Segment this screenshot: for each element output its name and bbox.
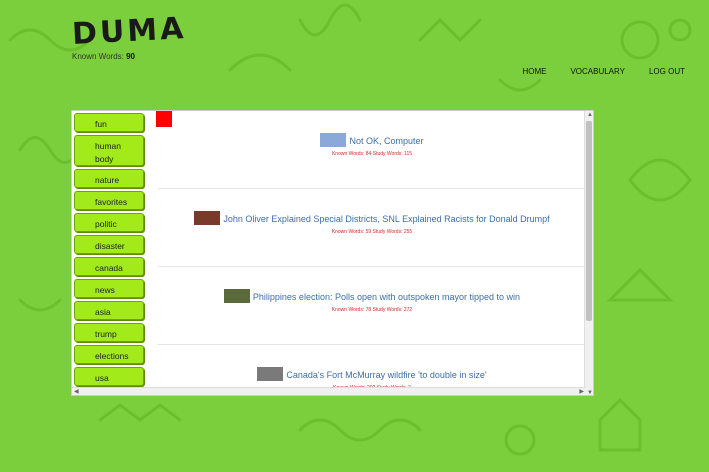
category-fun-button[interactable]: fun [74, 113, 144, 132]
article-list: Not OK, Computer Known Words: 84 Study W… [158, 111, 586, 391]
known-words-value: 90 [126, 52, 136, 61]
nav-vocabulary-link[interactable]: VOCABULARY [570, 67, 625, 76]
nav-logout-link[interactable]: LOG OUT [649, 67, 685, 76]
category-favorites-button[interactable]: favorites [74, 191, 144, 210]
article-title[interactable]: Canada's Fort McMurray wildfire 'to doub… [286, 370, 486, 380]
known-words-counter: Known Words: 90 [72, 52, 135, 61]
article-item[interactable]: Not OK, Computer Known Words: 84 Study W… [158, 111, 586, 189]
category-asia-button[interactable]: asia [74, 301, 144, 320]
scroll-left-arrow-icon[interactable]: ◀ [74, 388, 79, 395]
category-nature-button[interactable]: nature [74, 169, 144, 188]
logo[interactable]: DUMA [71, 11, 187, 52]
scroll-down-arrow-icon[interactable]: ▼ [587, 390, 593, 395]
nav-home-link[interactable]: HOME [522, 67, 546, 76]
category-disaster-button[interactable]: disaster [74, 235, 144, 254]
scroll-right-arrow-icon[interactable]: ▶ [579, 388, 584, 395]
category-news-button[interactable]: news [74, 279, 144, 298]
category-politic-button[interactable]: politic [74, 213, 144, 232]
article-title[interactable]: Not OK, Computer [349, 136, 423, 146]
vertical-scrollbar[interactable]: ▲ ▼ [584, 111, 593, 395]
category-sidebar: fun human body nature favorites politic … [72, 111, 156, 395]
horizontal-scrollbar[interactable]: ◀ ▶ [72, 387, 586, 395]
category-usa-button[interactable]: usa [74, 367, 144, 386]
category-canada-button[interactable]: canada [74, 257, 144, 276]
category-human-body-button[interactable]: human body [74, 135, 144, 166]
main-panel: fun human body nature favorites politic … [71, 110, 594, 396]
article-title[interactable]: Philippines election: Polls open with ou… [253, 292, 520, 302]
top-navigation: HOME VOCABULARY LOG OUT [522, 67, 685, 76]
article-stats: Known Words: 78 Study Words: 272 [331, 307, 413, 313]
vertical-scroll-thumb[interactable] [586, 121, 592, 321]
article-thumbnail [320, 132, 347, 147]
article-thumbnail [223, 288, 250, 303]
article-stats: Known Words: 84 Study Words: 115 [331, 151, 413, 157]
article-item[interactable]: Canada's Fort McMurray wildfire 'to doub… [158, 345, 586, 391]
article-thumbnail [194, 210, 221, 225]
article-item[interactable]: John Oliver Explained Special Districts,… [158, 189, 586, 267]
article-title[interactable]: John Oliver Explained Special Districts,… [223, 214, 549, 224]
scroll-up-arrow-icon[interactable]: ▲ [587, 112, 593, 118]
category-trump-button[interactable]: trump [74, 323, 144, 342]
article-item[interactable]: Philippines election: Polls open with ou… [158, 267, 586, 345]
category-elections-button[interactable]: elections [74, 345, 144, 364]
article-thumbnail [257, 366, 284, 381]
known-words-label: Known Words: [72, 52, 124, 61]
article-stats: Known Words: 59 Study Words: 255 [331, 229, 413, 235]
